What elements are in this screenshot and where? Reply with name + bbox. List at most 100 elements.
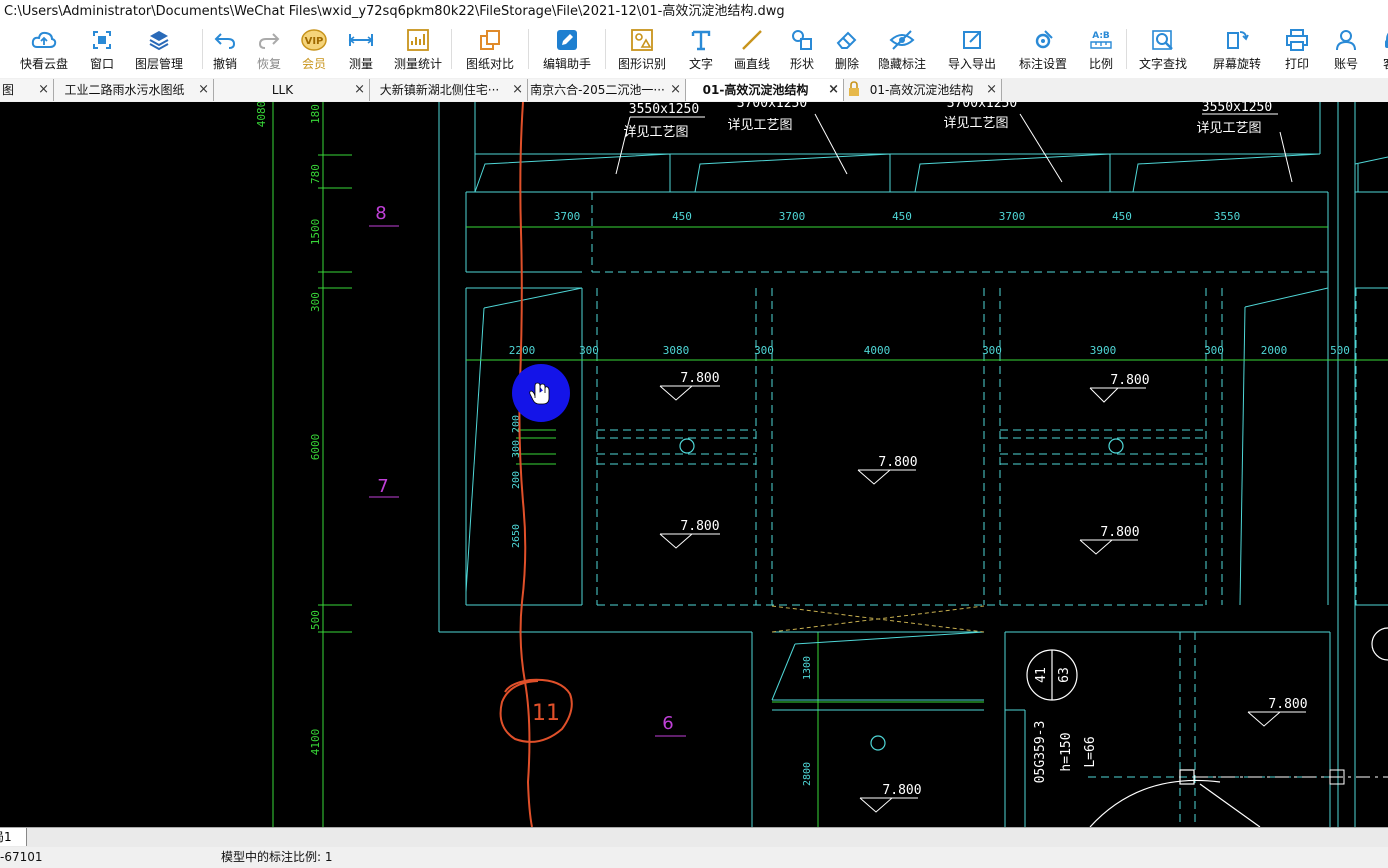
room-number: 7 — [377, 476, 388, 497]
measure-stats-label: 测量统计 — [393, 57, 442, 71]
tab-doc-1[interactable]: 图 × — [0, 79, 54, 101]
layers-label: 图层管理 — [134, 57, 183, 71]
shape-recognize-button[interactable]: 图形识别 — [606, 24, 678, 72]
text-search-label: 文字查找 — [1138, 57, 1187, 71]
dimension-text: 4100 — [309, 729, 322, 756]
text-search-button[interactable]: 文字查找 — [1127, 24, 1199, 72]
side-dimension: 4080 — [255, 102, 268, 127]
dimension-text: 500 — [309, 610, 322, 630]
annotation-scale: 模型中的标注比例: 1 — [221, 850, 333, 864]
account-button[interactable]: 账号 — [1319, 24, 1373, 72]
standard-reference: L=66 — [1083, 736, 1098, 767]
undo-label: 撤销 — [212, 57, 237, 71]
undo-icon — [212, 28, 238, 52]
dimension-text: 180 — [309, 104, 322, 124]
shape-recognize-label: 图形识别 — [617, 57, 666, 71]
close-icon[interactable]: × — [512, 79, 523, 101]
redo-button[interactable]: 恢复 — [247, 24, 291, 72]
tab-label: 南京六合-205二沉池一··· — [530, 83, 665, 97]
dimension-text: 1500 — [309, 219, 322, 246]
hide-annotation-button[interactable]: 隐藏标注 — [870, 24, 934, 72]
measure-stats-button[interactable]: 测量统计 — [385, 24, 451, 72]
text-icon — [688, 28, 714, 52]
dimension-text: 300 — [579, 344, 599, 357]
delete-button[interactable]: 删除 — [824, 24, 870, 72]
window-label: 窗口 — [89, 57, 114, 71]
cloud-button[interactable]: 快看云盘 — [0, 24, 88, 72]
tab-doc-4[interactable]: 大新镇新湖北侧住宅··· × — [370, 79, 528, 101]
measure-button[interactable]: 测量 — [337, 24, 385, 72]
tab-doc-3[interactable]: LLK × — [214, 79, 370, 101]
print-button[interactable]: 打印 — [1275, 24, 1319, 72]
dimension-text: 450 — [892, 210, 912, 223]
user-icon — [1333, 28, 1359, 52]
support-button[interactable]: 客服 — [1373, 24, 1388, 72]
shape-button[interactable]: 形状 — [780, 24, 824, 72]
line-label: 画直线 — [733, 57, 770, 71]
annotation-settings-icon — [1030, 28, 1056, 52]
standard-reference: 05G359-3 — [1033, 721, 1048, 784]
scale-icon: A:B — [1088, 28, 1114, 52]
elevation-label: 7.800 — [882, 783, 921, 798]
close-icon[interactable]: × — [38, 79, 49, 101]
elevation-label: 7.800 — [1110, 373, 1149, 388]
dimension-text: 3700 — [554, 210, 581, 223]
elevation-label: 7.800 — [680, 519, 719, 534]
annotation-settings-button[interactable]: 标注设置 — [1010, 24, 1076, 72]
close-icon[interactable]: × — [198, 79, 209, 101]
import-export-button[interactable]: 导入导出 — [934, 24, 1010, 72]
close-icon[interactable]: × — [354, 79, 365, 101]
dimension-text: 3080 — [663, 344, 690, 357]
dimension-text: 1300 — [802, 656, 813, 680]
layout-tabs: 局1 — [0, 827, 1388, 847]
dimension-text: 450 — [1112, 210, 1132, 223]
vip-label: 会员 — [301, 57, 326, 71]
measure-stats-icon — [405, 28, 431, 52]
headset-icon — [1382, 28, 1388, 52]
drawing-canvas[interactable]: 4080 180 780 1500 300 6000 500 4100 8 7 … — [0, 102, 1388, 827]
dimension-text: 3700 — [999, 210, 1026, 223]
shape-icon — [789, 28, 815, 52]
scale-button[interactable]: A:B 比例 — [1076, 24, 1126, 72]
close-icon[interactable]: × — [828, 79, 839, 101]
hand-cursor — [512, 364, 570, 422]
close-icon[interactable]: × — [986, 79, 997, 101]
edit-helper-button[interactable]: 编辑助手 — [529, 24, 605, 72]
dimension-text: 300 — [309, 292, 322, 312]
text-button[interactable]: 文字 — [678, 24, 724, 72]
rotate-screen-button[interactable]: 屏幕旋转 — [1199, 24, 1275, 72]
tab-doc-5[interactable]: 南京六合-205二沉池一··· × — [528, 79, 686, 101]
tab-doc-2[interactable]: 工业二路雨水污水图纸 × — [54, 79, 214, 101]
status-bar: -67101 模型中的标注比例: 1 — [0, 847, 1388, 868]
layers-button[interactable]: 图层管理 — [116, 24, 202, 72]
window-button[interactable]: 窗口 — [88, 24, 116, 72]
cloud-icon — [31, 28, 57, 52]
tag-number: 63 — [1057, 667, 1072, 683]
layout-tab-1[interactable]: 局1 — [0, 828, 27, 846]
support-label: 客服 — [1383, 55, 1388, 72]
shape-recognize-icon — [629, 28, 655, 52]
vip-button[interactable]: VIP 会员 — [291, 24, 337, 72]
dimension-text: 6000 — [309, 434, 322, 461]
hide-icon — [889, 28, 915, 52]
dimension-text: 3550 — [1214, 210, 1241, 223]
cloud-label: 快看云盘 — [19, 57, 68, 71]
dimension-text: 300 — [754, 344, 774, 357]
detail-note: 详见工艺图 — [727, 118, 792, 133]
window-icon — [89, 28, 115, 52]
line-button[interactable]: 画直线 — [724, 24, 780, 72]
compare-button[interactable]: 图纸对比 — [452, 24, 528, 72]
vip-icon: VIP — [301, 28, 327, 52]
tab-doc-locked[interactable]: 01-高效沉淀池结构 × — [844, 79, 1002, 101]
tab-doc-active[interactable]: 01-高效沉淀池结构 × — [686, 79, 844, 101]
undo-button[interactable]: 撤销 — [203, 24, 247, 72]
svg-text:A:B: A:B — [1092, 31, 1110, 41]
main-toolbar: 快看云盘 窗口 图层管理 撤销 恢复 VIP 会员 测量 测量统计 图纸对比 编… — [0, 24, 1388, 76]
coordinate-readout: -67101 — [0, 850, 43, 864]
print-label: 打印 — [1284, 57, 1309, 71]
markup-text: 11 — [532, 701, 560, 726]
elevation-label: 7.800 — [878, 455, 917, 470]
text-search-icon — [1150, 28, 1176, 52]
close-icon[interactable]: × — [670, 79, 681, 101]
dimension-text: 2800 — [802, 762, 813, 786]
